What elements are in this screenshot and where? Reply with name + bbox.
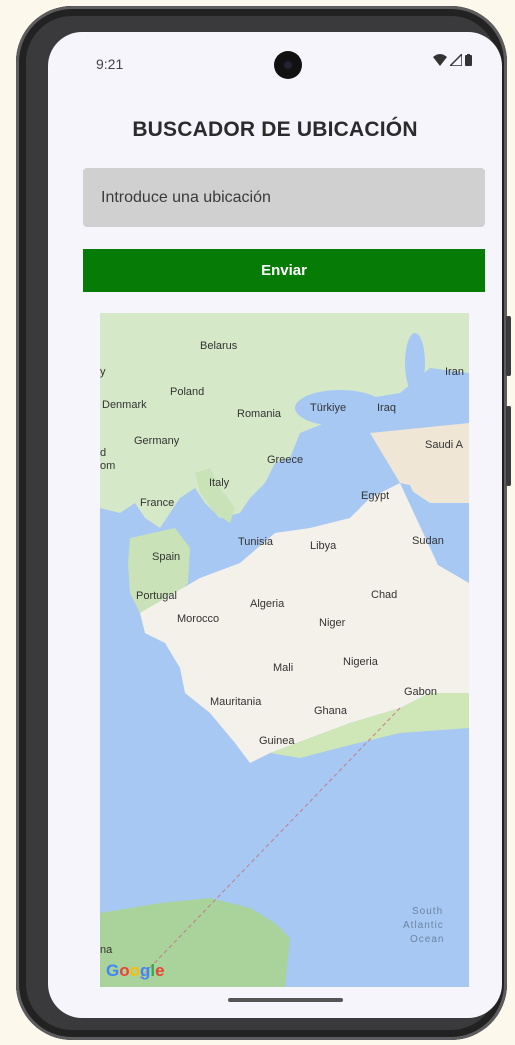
label-partial-d: d <box>100 447 106 459</box>
label-partial-y: y <box>100 366 106 378</box>
phone-frame: 9:21 BUSCADOR DE UBICACIÓN Enviar <box>16 6 511 1040</box>
label-belarus: Belarus <box>200 340 238 352</box>
label-chad: Chad <box>371 589 397 601</box>
label-italy: Italy <box>209 477 230 489</box>
label-mali: Mali <box>273 662 293 674</box>
label-france: France <box>140 497 174 509</box>
label-south-atlantic-3: Ocean <box>410 934 444 945</box>
front-camera <box>274 51 302 79</box>
label-partial-om: om <box>100 460 115 472</box>
label-greece: Greece <box>267 454 303 466</box>
status-time: 9:21 <box>96 56 124 72</box>
label-egypt: Egypt <box>361 490 389 502</box>
status-bar: 9:21 <box>48 32 502 94</box>
label-saudi: Saudi A <box>425 439 464 451</box>
label-mauritania: Mauritania <box>210 696 262 708</box>
screen: 9:21 BUSCADOR DE UBICACIÓN Enviar <box>48 32 502 1018</box>
map-view[interactable]: Belarus Iran y Poland Denmark Romania Tü… <box>100 313 469 987</box>
label-south-atlantic-2: Atlantic <box>403 920 444 931</box>
label-poland: Poland <box>170 386 204 398</box>
label-morocco: Morocco <box>177 613 219 625</box>
label-partial-na: na <box>100 944 113 956</box>
volume-button <box>506 316 511 376</box>
submit-button[interactable]: Enviar <box>83 249 485 292</box>
location-input[interactable] <box>83 168 485 227</box>
map-canvas[interactable]: Belarus Iran y Poland Denmark Romania Tü… <box>100 313 469 987</box>
label-gabon: Gabon <box>404 686 437 698</box>
label-iraq: Iraq <box>377 402 396 414</box>
label-romania: Romania <box>237 408 282 420</box>
status-icons <box>433 54 472 66</box>
wifi-icon <box>433 54 447 66</box>
label-nigeria: Nigeria <box>343 656 379 668</box>
power-button <box>506 406 511 486</box>
label-algeria: Algeria <box>250 598 285 610</box>
label-sudan: Sudan <box>412 535 444 547</box>
label-portugal: Portugal <box>136 590 177 602</box>
battery-icon <box>465 54 472 66</box>
label-turkiye: Türkiye <box>310 402 346 414</box>
label-iran: Iran <box>445 366 464 378</box>
label-guinea: Guinea <box>259 735 295 747</box>
label-ghana: Ghana <box>314 705 348 717</box>
caspian-sea <box>405 333 425 393</box>
label-spain: Spain <box>152 551 180 563</box>
label-tunisia: Tunisia <box>238 536 274 548</box>
label-south-atlantic-1: South <box>412 906 443 917</box>
page-title: BUSCADOR DE UBICACIÓN <box>132 118 418 141</box>
label-libya: Libya <box>310 540 337 552</box>
signal-icon <box>450 54 462 66</box>
label-niger: Niger <box>319 617 346 629</box>
label-germany: Germany <box>134 435 180 447</box>
home-indicator[interactable] <box>228 998 343 1002</box>
google-logo: Google <box>106 961 165 980</box>
label-denmark: Denmark <box>102 399 147 411</box>
